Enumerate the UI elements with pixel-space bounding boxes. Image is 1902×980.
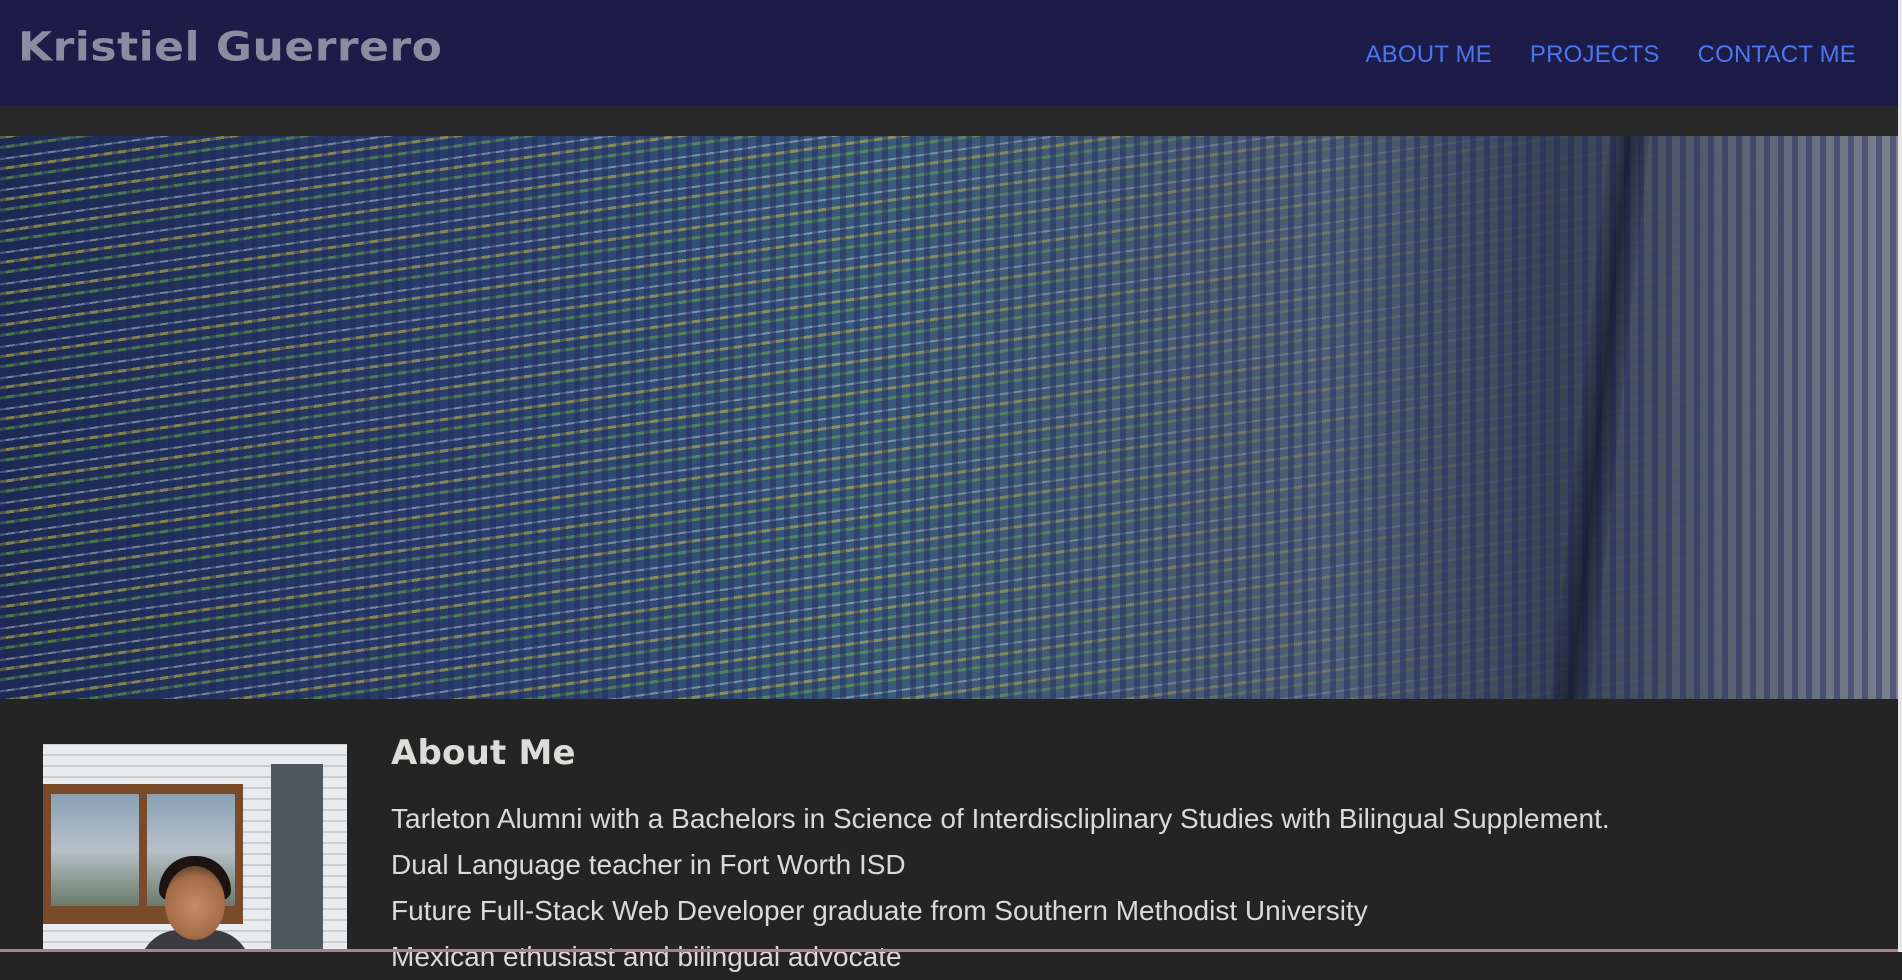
- photo-door: [271, 764, 323, 952]
- site-brand[interactable]: Kristiel Guerrero: [18, 22, 442, 74]
- about-line: Dual Language teacher in Fort Worth ISD: [391, 849, 906, 880]
- header-spacer: [0, 106, 1898, 136]
- nav-link-contact-me[interactable]: CONTACT ME: [1698, 38, 1856, 72]
- photo-person-face: [165, 866, 225, 940]
- about-list: Tarleton Alumni with a Bachelors in Scie…: [391, 796, 1610, 980]
- about-title: About Me: [391, 733, 576, 773]
- nav-link-about-me[interactable]: ABOUT ME: [1365, 38, 1492, 72]
- nav-link-projects[interactable]: PROJECTS: [1530, 38, 1660, 72]
- about-line: Future Full-Stack Web Developer graduate…: [391, 895, 1368, 926]
- scrollbar[interactable]: [1898, 0, 1902, 952]
- main-nav: ABOUT ME PROJECTS CONTACT ME: [1365, 38, 1856, 72]
- hero-banner-image: [0, 136, 1898, 699]
- about-line: Tarleton Alumni with a Bachelors in Scie…: [391, 803, 1610, 834]
- site-header: Kristiel Guerrero ABOUT ME PROJECTS CONT…: [0, 0, 1898, 106]
- about-line: Mexican ethusiast and bilingual advocate: [391, 941, 902, 972]
- photo-window-pane: [51, 794, 139, 906]
- profile-photo: [43, 744, 347, 952]
